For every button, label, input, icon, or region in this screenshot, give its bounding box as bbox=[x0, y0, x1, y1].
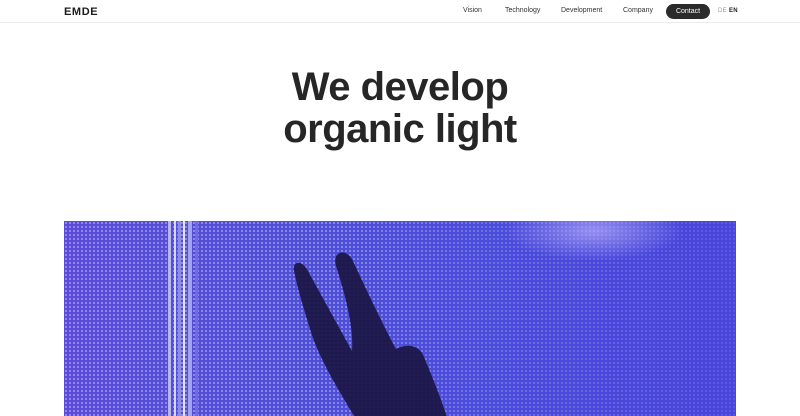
light-strip bbox=[195, 221, 198, 416]
language-en[interactable]: EN bbox=[729, 8, 738, 14]
light-strip bbox=[168, 221, 171, 416]
hero-title-line-1: We develop bbox=[291, 65, 509, 109]
light-strips bbox=[168, 221, 200, 416]
emde-logo[interactable]: EMDE bbox=[64, 6, 98, 18]
light-strip bbox=[178, 221, 181, 416]
nav-link-development[interactable]: Development bbox=[561, 7, 602, 14]
hand-shape bbox=[293, 252, 447, 416]
nav-link-vision[interactable]: Vision bbox=[463, 7, 482, 14]
light-strip bbox=[174, 221, 176, 416]
hero-title: We develop organic light bbox=[0, 66, 800, 150]
site-header: EMDE Vision Technology Development Compa… bbox=[0, 0, 800, 23]
hand-silhouette bbox=[293, 252, 447, 416]
hero-image bbox=[64, 221, 736, 416]
nav-link-company[interactable]: Company bbox=[623, 7, 653, 14]
light-glow bbox=[504, 221, 684, 261]
page: EMDE Vision Technology Development Compa… bbox=[0, 0, 800, 416]
light-strip bbox=[183, 221, 185, 416]
language-de[interactable]: DE bbox=[718, 8, 727, 14]
nav-link-technology[interactable]: Technology bbox=[505, 7, 540, 14]
contact-button[interactable]: Contact bbox=[666, 4, 710, 19]
light-strip bbox=[188, 221, 192, 416]
hero-title-line-2: organic light bbox=[283, 107, 517, 151]
